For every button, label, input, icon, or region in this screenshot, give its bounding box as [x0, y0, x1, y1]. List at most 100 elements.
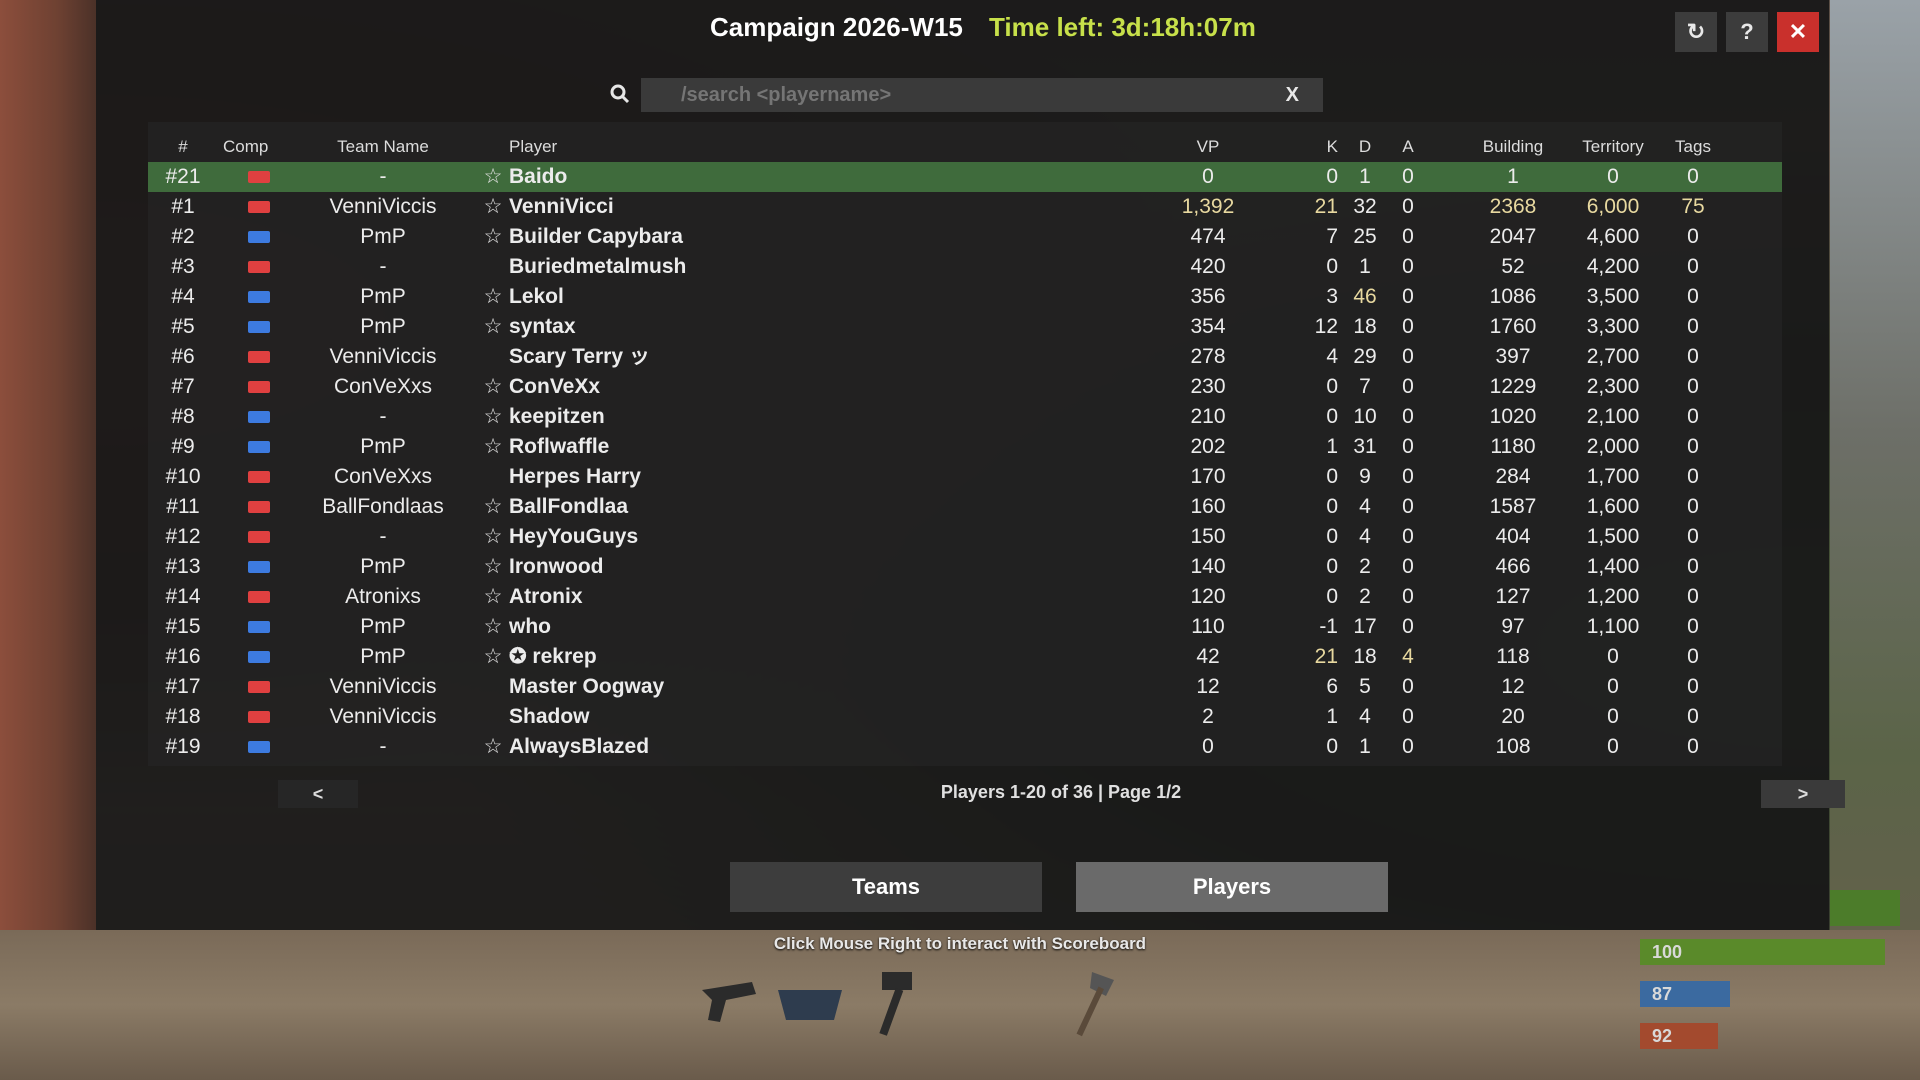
vp-cell: 0 [1202, 165, 1214, 188]
player-name: syntax [509, 315, 576, 338]
assists-cell: 0 [1402, 345, 1414, 368]
tags-cell: 0 [1687, 165, 1699, 188]
vp-cell: 210 [1190, 405, 1226, 428]
star-icon[interactable]: ☆ [483, 162, 503, 192]
table-row[interactable]: #6 VenniViccis Scary Terry ッ 278 4 29 0 397 2,70… [148, 342, 1782, 372]
hatchet-icon[interactable] [1052, 960, 1132, 1050]
star-icon[interactable]: ☆ [483, 522, 503, 552]
star-icon[interactable]: ☆ [483, 732, 503, 762]
time-left: Time left: 3d:18h:07m [989, 12, 1256, 42]
vp-cell: 0 [1202, 735, 1214, 758]
table-row[interactable]: #19- ☆ AlwaysBlazed 0 0 1 0 108 0 0 [148, 732, 1782, 762]
table-row[interactable]: #11 BallFondlaas ☆ BallFondlaa 160 0 4 0 1587 1,6… [148, 492, 1782, 522]
revolver-icon[interactable] [692, 960, 772, 1050]
star-icon[interactable]: ☆ [483, 642, 503, 672]
tab-players[interactable]: Players [1076, 862, 1388, 912]
help-icon: ? [1740, 19, 1754, 44]
tags-cell: 0 [1687, 555, 1699, 578]
blue-team-flag-icon [248, 651, 270, 663]
star-icon[interactable]: ☆ [483, 582, 503, 612]
table-row[interactable]: #10 ConVeXxs Herpes Harry 170 0 9 0 284 1,700 0 [148, 462, 1782, 492]
kills-cell: 21 [1314, 645, 1338, 668]
kills-cell: 0 [1326, 375, 1338, 398]
deaths-cell: 31 [1353, 435, 1377, 458]
blue-team-flag-icon [248, 621, 270, 633]
table-row[interactable]: #12- ☆ HeyYouGuys 150 0 4 0 404 1,500 0 [148, 522, 1782, 552]
territory-cell: 2,000 [1586, 435, 1640, 458]
table-row[interactable]: #4 PmP ☆ Lekol 356 3 46 0 1086 3,500 0 [148, 282, 1782, 312]
star-icon[interactable]: ☆ [483, 432, 503, 462]
deaths-cell: 32 [1353, 195, 1377, 218]
building-cell: 1 [1507, 165, 1519, 188]
tags-cell: 75 [1681, 195, 1705, 218]
close-button[interactable]: ✕ [1777, 12, 1819, 52]
header-player[interactable]: Player [483, 132, 1109, 162]
table-row[interactable]: #5 PmP ☆ syntax 354 12 18 0 1760 3,300 0 [148, 312, 1782, 342]
assists-cell: 0 [1402, 735, 1414, 758]
territory-cell: 4,600 [1586, 225, 1640, 248]
assists-cell: 0 [1402, 465, 1414, 488]
table-row[interactable]: #3- Buriedmetalmush 420 0 1 0 52 4,200 0 [148, 252, 1782, 282]
table-row[interactable]: #21- ☆ Baido 0 0 1 0 1 0 0 [148, 162, 1782, 192]
header-territory[interactable]: Territory [1558, 132, 1668, 162]
next-page-button[interactable]: > [1761, 780, 1845, 808]
header-a[interactable]: A [1388, 132, 1428, 162]
star-icon[interactable]: ☆ [483, 552, 503, 582]
star-icon[interactable]: ☆ [483, 192, 503, 222]
header-tags[interactable]: Tags [1653, 132, 1733, 162]
team-name-cell: VenniViccis [329, 195, 437, 218]
vp-cell: 12 [1196, 675, 1220, 698]
table-row[interactable]: #7 ConVeXxs ☆ ConVeXx 230 0 7 0 1229 2,300 0 [148, 372, 1782, 402]
search-clear-button[interactable]: X [1286, 84, 1299, 107]
hammer-icon[interactable] [852, 960, 932, 1050]
prev-page-button[interactable]: < [278, 780, 358, 808]
header-team-name[interactable]: Team Name [283, 132, 483, 162]
table-row[interactable]: #13 PmP ☆ Ironwood 140 0 2 0 466 1,400 0 [148, 552, 1782, 582]
table-row[interactable]: #9 PmP ☆ Roflwaffle 202 1 31 0 1180 2,000 0 [148, 432, 1782, 462]
header-comp[interactable]: Comp [223, 132, 273, 162]
red-team-flag-icon [248, 351, 270, 363]
hat-icon[interactable] [770, 960, 850, 1050]
header-d[interactable]: D [1345, 132, 1385, 162]
player-cell: ☆ Ironwood [483, 552, 1083, 582]
assists-cell: 0 [1402, 555, 1414, 578]
tab-teams[interactable]: Teams [730, 862, 1042, 912]
comp-cell [223, 342, 273, 372]
table-row[interactable]: #18 VenniViccis Shadow 2 1 4 0 20 0 0 [148, 702, 1782, 732]
table-row[interactable]: #16 PmP ☆ ✪ rekrep 42 21 18 4 118 0 0 [148, 642, 1782, 672]
table-row[interactable]: #1 VenniViccis ☆ VenniVicci 1,392 21 32 0 2368 6,… [148, 192, 1782, 222]
star-icon[interactable]: ☆ [483, 402, 503, 432]
star-icon[interactable]: ☆ [483, 492, 503, 522]
header-k[interactable]: K [1278, 132, 1338, 162]
comp-cell [223, 402, 273, 432]
help-button[interactable]: ? [1726, 12, 1768, 52]
player-name: Master Oogway [509, 675, 665, 698]
red-team-flag-icon [248, 681, 270, 693]
star-icon[interactable]: ☆ [483, 372, 503, 402]
table-row[interactable]: #8 - ☆ keepitzen 210 0 10 0 1020 2,100 0 [148, 402, 1782, 432]
scoreboard-hint: Click Mouse Right to interact with Score… [773, 934, 1147, 953]
table-row[interactable]: #2 PmP ☆ Builder Capybara 474 7 25 0 2047 4,600 0 [148, 222, 1782, 252]
table-row[interactable]: #14 Atronixs ☆ Atronix 120 0 2 0 127 1,200 0 [148, 582, 1782, 612]
table-row[interactable]: #15 PmP ☆ who 110 -1 17 0 97 1,100 0 [148, 612, 1782, 642]
comp-cell [223, 552, 273, 582]
building-cell: 397 [1495, 345, 1531, 368]
star-icon[interactable]: ☆ [483, 312, 503, 342]
tags-cell: 0 [1687, 525, 1699, 548]
player-name: VenniVicci [509, 195, 614, 218]
refresh-button[interactable]: ↻ [1675, 12, 1717, 52]
table-row[interactable]: #17 VenniViccis Master Oogway 12 6 5 0 12 0 0 [148, 672, 1782, 702]
star-icon[interactable]: ☆ [483, 282, 503, 312]
star-icon[interactable]: ☆ [483, 612, 503, 642]
blue-team-flag-icon [248, 231, 270, 243]
header-rank[interactable]: # [148, 132, 218, 162]
star-icon[interactable]: ☆ [483, 222, 503, 252]
header-building[interactable]: Building [1458, 132, 1568, 162]
header-vp[interactable]: VP [1168, 132, 1248, 162]
rank-cell: #5 [171, 315, 195, 338]
team-name-cell: - [379, 525, 387, 548]
search-input[interactable] [641, 78, 1261, 112]
building-cell: 1587 [1489, 495, 1537, 518]
team-name-cell: PmP [360, 615, 406, 638]
team-name-cell: VenniViccis [329, 345, 437, 368]
